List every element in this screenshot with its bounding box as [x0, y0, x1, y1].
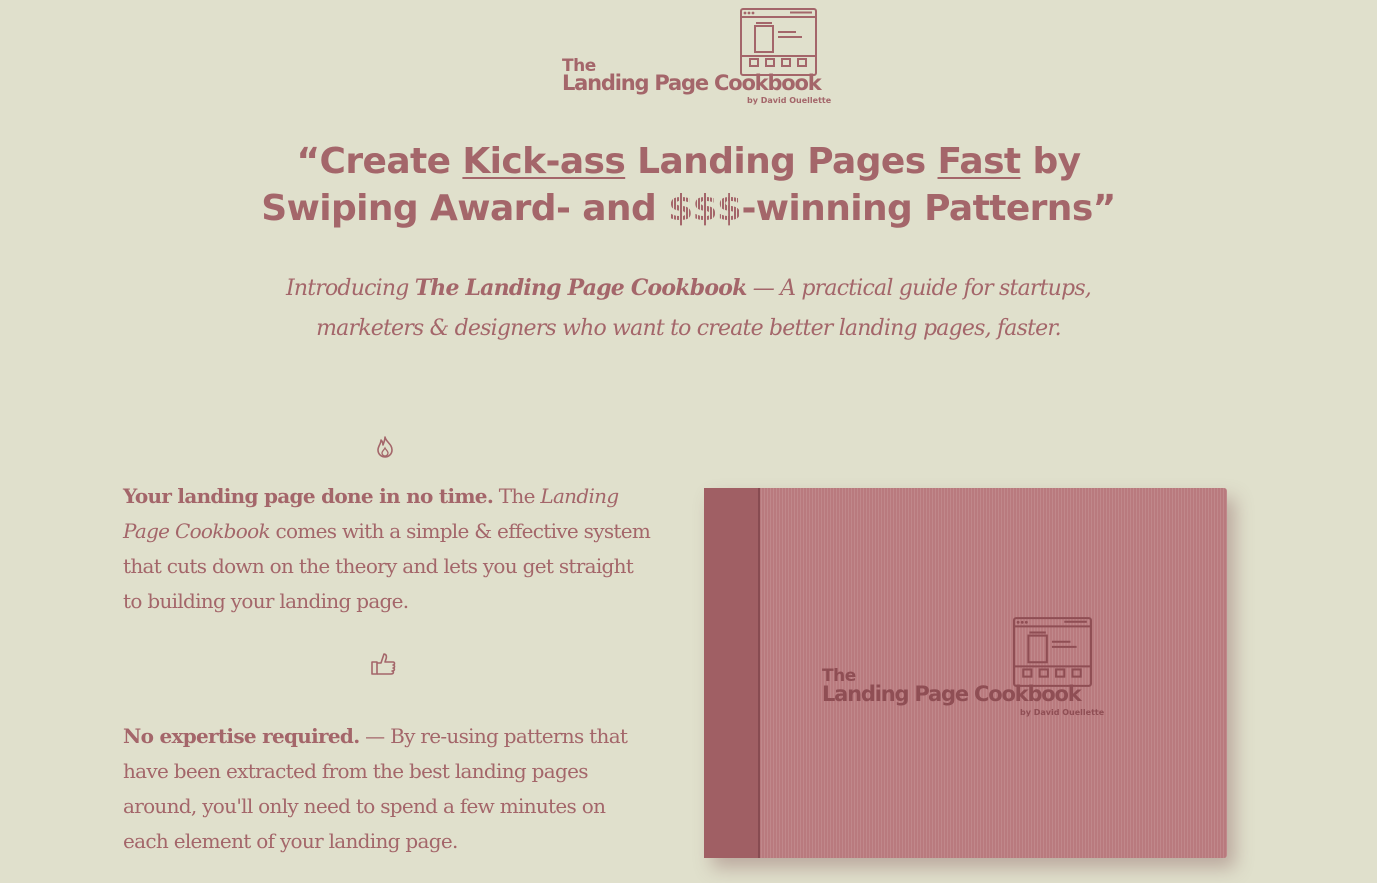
headline-fast: Fast	[937, 141, 1022, 182]
feature-no-time-bold: Your landing page done in no time.	[123, 484, 494, 508]
subtitle-rest-line1: — A practical guide for startups,	[746, 276, 1092, 301]
browser-wireframe-icon	[1013, 617, 1092, 687]
headline-part2: Landing Pages	[625, 141, 938, 182]
headline-quote-open: “	[296, 141, 320, 182]
headline-quote-close: ”	[1092, 188, 1117, 229]
fire-icon	[377, 436, 393, 458]
book-spine	[704, 488, 760, 858]
feature-no-time: Your landing page done in no time. The L…	[123, 479, 653, 619]
headline-dollars: $$$	[668, 188, 742, 229]
page-headline: “Create Kick-ass Landing Pages Fast by Sw…	[180, 138, 1197, 232]
feature-no-expertise-bold: No expertise required.	[123, 724, 360, 748]
headline-part4: Swiping Award- and	[261, 188, 669, 229]
book-cover-image: The Landing Page Cookbook by David Ouell…	[704, 488, 1227, 858]
feature-no-expertise: No expertise required. — By re-using pat…	[123, 719, 653, 859]
site-logo[interactable]: The Landing Page Cookbook by David Ouell…	[558, 8, 838, 108]
headline-part1: Create	[319, 141, 463, 182]
book-logo-byline: by David Ouellette	[1020, 708, 1105, 717]
logo-title: Landing Page Cookbook	[562, 71, 822, 95]
logo-byline: by David Ouellette	[747, 96, 832, 105]
browser-wireframe-icon	[740, 8, 817, 76]
feature-no-time-pre: The	[493, 484, 541, 508]
subtitle-book-name: The Landing Page Cookbook	[414, 275, 748, 301]
headline-part5: -winning Patterns	[741, 188, 1093, 229]
book-logo-title: Landing Page Cookbook	[822, 682, 1082, 706]
subtitle-intro: Introducing	[285, 276, 415, 301]
page-subtitle: Introducing The Landing Page Cookbook — …	[230, 268, 1147, 349]
subtitle-line2: marketers & designers who want to create…	[316, 316, 1062, 341]
headline-kick-ass: Kick-ass	[462, 141, 626, 182]
book-cover-logo: The Landing Page Cookbook by David Ouell…	[820, 614, 1120, 724]
headline-part3: by	[1020, 141, 1081, 182]
thumbs-up-icon	[371, 653, 396, 675]
